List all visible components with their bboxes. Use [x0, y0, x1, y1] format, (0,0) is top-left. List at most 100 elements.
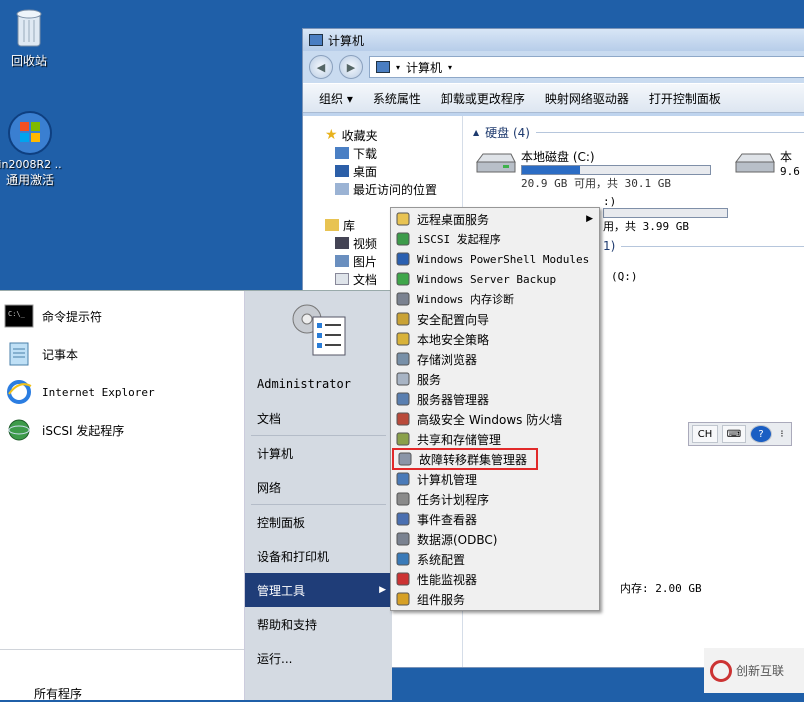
admin-tool-label: 服务: [417, 372, 442, 387]
right-documents[interactable]: 文档: [245, 401, 392, 435]
admin-tool-item[interactable]: 服务器管理器: [391, 389, 599, 409]
nav-item-downloads[interactable]: 下载: [335, 144, 462, 162]
pinned-label: Internet Explorer: [42, 385, 155, 399]
admin-tool-label: Windows PowerShell Modules: [417, 252, 590, 266]
nav-item-label: 文档: [353, 272, 378, 287]
drive-d-name: 本: [780, 150, 793, 164]
right-run[interactable]: 运行...: [245, 641, 392, 675]
admin-tools-picture: [287, 295, 353, 361]
drive-2-info: 用，共 3.99 GB: [603, 220, 689, 233]
nav-item-label: 桌面: [353, 164, 378, 179]
pinned-ie[interactable]: Internet Explorer: [0, 373, 244, 411]
task-scheduler-icon: [395, 491, 411, 507]
all-programs[interactable]: 所有程序: [34, 685, 82, 702]
drive-c-info: 20.9 GB 可用，共 30.1 GB: [521, 177, 671, 190]
pinned-notepad[interactable]: 记事本: [0, 335, 244, 373]
address-chevron-icon[interactable]: ▾: [448, 63, 452, 72]
admin-tool-label: 共享和存储管理: [417, 432, 502, 447]
drive-2-label: :): [603, 195, 617, 208]
window-title: 计算机: [328, 33, 365, 48]
recent-places-icon: [335, 183, 349, 195]
pinned-cmd[interactable]: C:\_ 命令提示符: [0, 297, 244, 335]
admin-tool-item[interactable]: Windows Server Backup: [391, 269, 599, 289]
pinned-iscsi[interactable]: iSCSI 发起程序: [0, 411, 244, 449]
uninstall-button[interactable]: 卸载或更改程序: [431, 90, 535, 107]
open-control-panel-button[interactable]: 打开控制面板: [639, 90, 731, 107]
nav-item-recent[interactable]: 最近访问的位置: [335, 180, 462, 198]
right-network[interactable]: 网络: [245, 470, 392, 504]
right-help-support[interactable]: 帮助和支持: [245, 607, 392, 641]
system-properties-button[interactable]: 系统属性: [363, 90, 431, 107]
back-button[interactable]: ◀: [309, 55, 333, 79]
watermark: 创新互联: [704, 648, 804, 693]
iscsi-icon: [4, 415, 34, 445]
hard-disks-group-header[interactable]: ▲ 硬盘 (4): [473, 122, 804, 142]
memory-diagnostic-icon: [395, 291, 411, 307]
right-devices-printers[interactable]: 设备和打印机: [245, 539, 392, 573]
admin-tool-item[interactable]: 本地安全策略: [391, 329, 599, 349]
explorer-titlebar[interactable]: 计算机: [303, 29, 804, 51]
admin-tool-item[interactable]: 远程桌面服务 ▶: [391, 209, 599, 229]
nav-favorites[interactable]: ★ 收藏夹: [325, 126, 462, 144]
desktop-icon-recycle-bin[interactable]: 回收站: [0, 6, 64, 69]
drive-d-info: 9.6: [780, 165, 800, 178]
admin-tools-submenu: 远程桌面服务 ▶ iSCSI 发起程序 Windows PowerShell Modu…: [390, 207, 600, 611]
admin-tools-label: 管理工具: [257, 583, 306, 598]
local-security-policy-icon: [395, 331, 411, 347]
admin-tool-item[interactable]: 高级安全 Windows 防火墙: [391, 409, 599, 429]
admin-tool-item[interactable]: 存储浏览器: [391, 349, 599, 369]
submenu-arrow-icon: ▶: [586, 214, 593, 224]
admin-tool-item[interactable]: 安全配置向导: [391, 309, 599, 329]
desktop-icon-activation[interactable]: in2008R2 .. 通用激活: [0, 110, 68, 188]
address-bar[interactable]: ▾ 计算机 ▾: [369, 56, 804, 78]
admin-tool-label: 安全配置向导: [417, 312, 490, 327]
details-pane: 内存: 2.00 GB: [600, 574, 804, 614]
drive-c-usage-bar: [521, 165, 711, 175]
all-programs-label: 所有程序: [34, 687, 83, 701]
keyboard-icon[interactable]: ⌨: [722, 425, 746, 443]
pinned-label: 记事本: [42, 347, 79, 362]
pinned-label: 命令提示符: [42, 309, 103, 324]
admin-tool-item[interactable]: 计算机管理: [391, 469, 599, 489]
address-dropdown-icon[interactable]: ▾: [396, 63, 400, 72]
nav-item-label: 下载: [353, 146, 378, 161]
user-administrator[interactable]: Administrator: [245, 367, 392, 401]
admin-tool-item[interactable]: 性能监视器: [391, 569, 599, 589]
help-icon[interactable]: ?: [750, 425, 772, 443]
admin-tool-item[interactable]: Windows 内存诊断: [391, 289, 599, 309]
right-computer[interactable]: 计算机: [245, 436, 392, 470]
admin-tool-item[interactable]: 系统配置: [391, 549, 599, 569]
services-icon: [395, 371, 411, 387]
nav-item-label: 最近访问的位置: [353, 182, 438, 197]
drive-c[interactable]: 本地磁盘 (C:) 20.9 GB 可用，共 30.1 GB: [473, 148, 718, 191]
right-control-panel[interactable]: 控制面板: [245, 505, 392, 539]
map-network-drive-button[interactable]: 映射网络驱动器: [535, 90, 639, 107]
admin-tool-item[interactable]: iSCSI 发起程序: [391, 229, 599, 249]
start-menu-right-pane: Administrator 文档 计算机 网络 控制面板 设备和打印机 管理工具…: [245, 291, 392, 700]
langbar-options-icon[interactable]: ⁝: [776, 425, 788, 443]
start-menu-left-pane: C:\_ 命令提示符 记事本 Internet Explorer iSCSI 发…: [0, 291, 245, 702]
drive-d[interactable]: 本 9.6: [732, 148, 800, 191]
admin-tool-item[interactable]: 数据源(ODBC): [391, 529, 599, 549]
computer-icon: [309, 34, 323, 46]
admin-tool-item[interactable]: 服务: [391, 369, 599, 389]
organize-button[interactable]: 组织 ▾: [303, 90, 363, 107]
right-admin-tools[interactable]: 管理工具 ▶: [245, 573, 392, 607]
admin-tool-item[interactable]: 任务计划程序: [391, 489, 599, 509]
admin-tool-item[interactable]: Windows PowerShell Modules: [391, 249, 599, 269]
language-bar: CH ⌨ ? ⁝: [688, 422, 792, 446]
admin-tool-label: 组件服务: [417, 592, 466, 607]
language-button[interactable]: CH: [692, 425, 718, 443]
forward-button[interactable]: ▶: [339, 55, 363, 79]
admin-tool-item[interactable]: 组件服务: [391, 589, 599, 609]
backup-icon: [395, 271, 411, 287]
admin-tool-label: iSCSI 发起程序: [417, 233, 501, 246]
collapse-icon[interactable]: ▲: [473, 128, 479, 137]
admin-tool-item[interactable]: 事件查看器: [391, 509, 599, 529]
iscsi-icon: [395, 231, 411, 247]
admin-tool-item[interactable]: 故障转移群集管理器: [392, 448, 538, 470]
start-menu: C:\_ 命令提示符 记事本 Internet Explorer iSCSI 发…: [0, 290, 392, 702]
nav-item-desktop[interactable]: 桌面: [335, 162, 462, 180]
admin-tool-item[interactable]: 共享和存储管理: [391, 429, 599, 449]
star-icon: ★: [325, 127, 338, 143]
